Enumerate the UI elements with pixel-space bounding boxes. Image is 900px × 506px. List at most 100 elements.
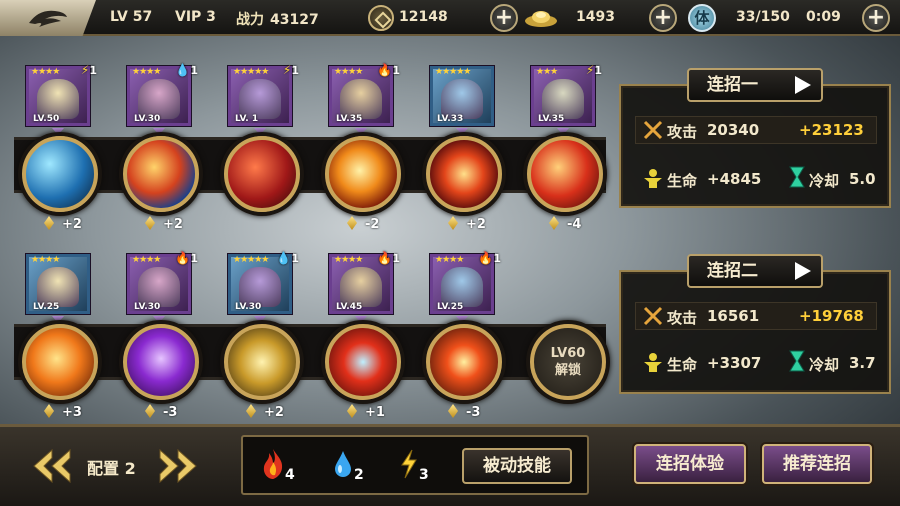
- red-spear-skill-icon[interactable]: [325, 324, 401, 400]
- fire-icon: 🔥: [478, 251, 494, 265]
- hero-portrait: [239, 267, 281, 307]
- add-stamina-button[interactable]: +: [862, 4, 890, 32]
- red-claw-skill-icon[interactable]: [224, 136, 300, 212]
- hero-card[interactable]: ★★★★ LV.30 🔥1: [127, 251, 198, 314]
- unlock-label: 解锁: [554, 363, 581, 378]
- unlock-level: LV60: [550, 346, 586, 361]
- hero-card[interactable]: ★★★★★ LV.33: [430, 66, 494, 126]
- add-coins-button[interactable]: +: [490, 4, 518, 32]
- combo-trial-button[interactable]: 连招体验: [634, 444, 746, 484]
- hero-element-badge: 💧1: [276, 251, 299, 265]
- combo-one-hp-value: +4845: [707, 170, 762, 188]
- blue-fire-skill-icon[interactable]: [123, 136, 199, 212]
- recommend-combo-button[interactable]: 推荐连招: [762, 444, 872, 484]
- coin-count: 12148: [399, 9, 448, 25]
- hero-card[interactable]: ★★★★ LV.35 🔥1: [329, 63, 400, 126]
- fire-swirl-skill-icon[interactable]: [527, 136, 603, 212]
- passive-skills-button[interactable]: 被动技能: [462, 448, 572, 484]
- rune-gem-icon: [246, 404, 256, 418]
- combo-two-title-button[interactable]: 连招二: [687, 254, 823, 288]
- skill-slot: ★★★★ LV.50 ⚡1 +2: [6, 63, 106, 256]
- explosion-skill-icon[interactable]: [426, 324, 502, 400]
- hero-card[interactable]: ★★★★ LV.25 🔥1: [430, 251, 501, 314]
- combo-two-panel: 连招二 攻击 16561 +19768 生命 +3307 冷却 3.7: [619, 254, 891, 394]
- hero-stars: ★★★★: [31, 255, 60, 265]
- element-count: 1: [89, 64, 97, 77]
- hero-portrait: [441, 79, 483, 119]
- hero-element-badge: ⚡1: [586, 63, 602, 77]
- rune-cost: -2: [347, 216, 379, 232]
- red-vortex-skill-icon[interactable]: [426, 136, 502, 212]
- rune-cost: +2: [246, 404, 284, 420]
- hero-card[interactable]: ★★★★ LV.45 🔥1: [329, 251, 400, 314]
- hero-level: LV.45: [336, 302, 363, 312]
- gold-blades-skill-icon[interactable]: [224, 324, 300, 400]
- hero-stars: ★★★★: [31, 67, 60, 77]
- hero-stars: ★★★: [536, 67, 558, 77]
- rune-cost: +2: [44, 216, 82, 232]
- blue-slash-skill-icon[interactable]: [22, 136, 98, 212]
- hero-stars: ★★★★: [334, 67, 363, 77]
- combo-one-cd-label: 冷却: [809, 172, 840, 190]
- hero-stars: ★★★★★: [233, 255, 269, 265]
- hero-portrait: [138, 267, 180, 307]
- next-config-button[interactable]: [156, 446, 200, 486]
- hero-card[interactable]: ★★★ LV.35 ⚡1: [531, 63, 602, 126]
- rune-gem-icon: [44, 404, 54, 418]
- skill-slot: ★★★★ LV.35 🔥1 -2: [309, 63, 409, 256]
- rune-gem-icon: [145, 404, 155, 418]
- combo-one-title-button[interactable]: 连招一: [687, 68, 823, 102]
- rune-gem-icon: [448, 404, 458, 418]
- skill-slot: ★★★★ LV.45 🔥1 +1: [309, 251, 409, 444]
- combo-two-attack-label: 攻击: [667, 309, 698, 327]
- locked-skill-orb[interactable]: LV60 解锁: [530, 324, 606, 400]
- skill-slot: ★★★★★ LV.30 💧1 +2: [208, 251, 308, 444]
- rune-cost-value: +2: [264, 405, 284, 420]
- combo-two-cd-label: 冷却: [809, 356, 840, 374]
- pointer-triangle: [52, 128, 64, 135]
- rune-cost: +3: [44, 404, 82, 420]
- combo-two-attack-value: 16561: [707, 307, 760, 325]
- hero-card[interactable]: ★★★★★ LV.30 💧1: [228, 251, 299, 314]
- water-icon: 💧: [175, 63, 191, 77]
- rune-cost: -3: [145, 404, 177, 420]
- combo-one-panel: 连招一 攻击 20340 +23123 生命 +4845 冷却 5.0: [619, 68, 891, 208]
- rune-cost-value: +1: [365, 405, 385, 420]
- skill-slot: ★★★★ LV.25 🔥1 -3: [410, 251, 510, 444]
- combo-two-hp-value: +3307: [707, 354, 762, 372]
- hero-element-badge: 🔥1: [175, 251, 198, 265]
- hero-level: LV.30: [134, 302, 161, 312]
- add-ingots-button[interactable]: +: [649, 4, 677, 32]
- element-count: 1: [291, 64, 299, 77]
- lightning-count: 3: [419, 467, 429, 483]
- flame-blade-skill-icon[interactable]: [325, 136, 401, 212]
- rune-gem-icon: [549, 216, 559, 230]
- pointer-triangle: [52, 316, 64, 323]
- element-count: 1: [594, 64, 602, 77]
- rune-cost-value: -3: [163, 405, 178, 420]
- hero-portrait: [37, 267, 79, 307]
- previous-config-button[interactable]: [30, 446, 74, 486]
- hero-element-badge: 🔥1: [377, 251, 400, 265]
- hero-stars: ★★★★★: [233, 67, 269, 77]
- hero-level: LV.50: [33, 114, 60, 124]
- fire-slash-skill-icon[interactable]: [22, 324, 98, 400]
- element-count: 1: [392, 252, 400, 265]
- fire-element-icon: [263, 449, 283, 479]
- combo-one-attack-bonus: +23123: [799, 121, 864, 139]
- game-logo[interactable]: [0, 0, 96, 36]
- water-count: 2: [354, 467, 364, 483]
- rune-cost-value: -2: [365, 217, 380, 232]
- fire-icon: 🔥: [377, 63, 393, 77]
- purple-sword-skill-icon[interactable]: [123, 324, 199, 400]
- element-count: 1: [291, 252, 299, 265]
- hero-element-badge: ⚡1: [283, 63, 299, 77]
- pointer-triangle: [456, 128, 468, 135]
- hero-card[interactable]: ★★★★★ LV. 1 ⚡1: [228, 63, 299, 126]
- combo-one-cd-value: 5.0: [849, 170, 876, 188]
- hero-card[interactable]: ★★★★ LV.25: [26, 254, 90, 314]
- skill-slot: ★★★★★ LV. 1 ⚡1: [208, 63, 308, 256]
- hero-card[interactable]: ★★★★ LV.50 ⚡1: [26, 63, 97, 126]
- stamina-count: 33/150: [736, 9, 790, 25]
- hero-card[interactable]: ★★★★ LV.30 💧1: [127, 63, 198, 126]
